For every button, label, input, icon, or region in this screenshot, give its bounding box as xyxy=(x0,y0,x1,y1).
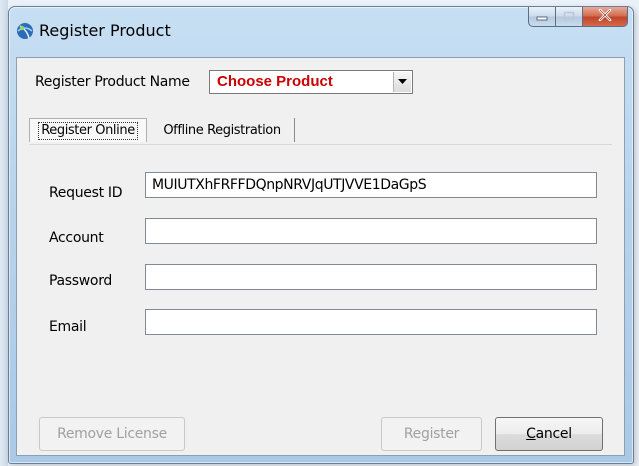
globe-icon xyxy=(15,21,35,41)
tab-offline-registration[interactable]: Offline Registration xyxy=(150,118,295,142)
request-id-label: Request ID xyxy=(49,185,123,201)
remove-license-button[interactable]: Remove License xyxy=(39,417,185,451)
account-field[interactable] xyxy=(145,218,597,244)
tab-register-online-label: Register Online xyxy=(38,121,138,140)
tab-divider xyxy=(29,144,612,145)
caption-buttons xyxy=(528,7,628,29)
email-field[interactable] xyxy=(145,309,597,335)
product-dropdown[interactable]: Choose Product xyxy=(209,70,413,94)
remove-license-label: Remove License xyxy=(57,426,167,442)
tab-offline-registration-label: Offline Registration xyxy=(163,122,281,138)
title-bar[interactable]: Register Product xyxy=(9,7,633,57)
maximize-button[interactable] xyxy=(555,7,582,27)
product-name-label: Register Product Name xyxy=(35,74,190,90)
cancel-label: Cancel xyxy=(526,426,572,442)
window-title: Register Product xyxy=(39,21,171,40)
register-button[interactable]: Register xyxy=(381,417,482,451)
minimize-icon xyxy=(536,8,548,26)
cancel-access-key: C xyxy=(526,426,536,442)
request-id-field[interactable] xyxy=(145,172,597,198)
password-field[interactable] xyxy=(145,264,597,290)
email-label: Email xyxy=(49,319,87,335)
close-icon xyxy=(598,8,612,26)
tab-register-online[interactable]: Register Online xyxy=(29,118,147,142)
close-button[interactable] xyxy=(582,7,628,27)
cancel-button[interactable]: Cancel xyxy=(495,417,603,451)
dialog-client-area: Register Product Name Choose Product Reg… xyxy=(16,57,625,456)
desktop-background xyxy=(0,0,8,466)
product-dropdown-value: Choose Product xyxy=(217,73,333,90)
account-label: Account xyxy=(49,230,104,246)
chevron-down-icon[interactable] xyxy=(393,72,411,92)
register-label: Register xyxy=(403,426,460,442)
register-product-window: Register Product Register Product Name C… xyxy=(8,6,634,464)
maximize-icon xyxy=(563,8,575,26)
minimize-button[interactable] xyxy=(528,7,555,27)
password-label: Password xyxy=(49,273,112,289)
